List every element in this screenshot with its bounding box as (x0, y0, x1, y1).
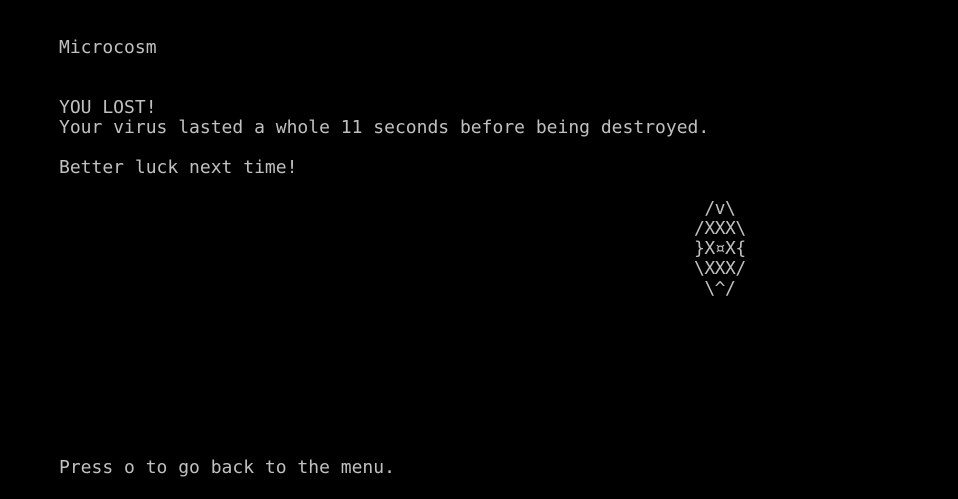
encouragement-text: Better luck next time! (59, 157, 298, 178)
lost-message: Your virus lasted a whole 11 seconds bef… (59, 117, 710, 138)
game-title: Microcosm (59, 37, 157, 58)
virus-ascii-art: /v\ /XXX\ }X¤X{ \XXX/ \^/ (694, 198, 746, 299)
lost-heading: YOU LOST! (59, 97, 157, 118)
return-to-menu-prompt: Press o to go back to the menu. (59, 457, 395, 478)
